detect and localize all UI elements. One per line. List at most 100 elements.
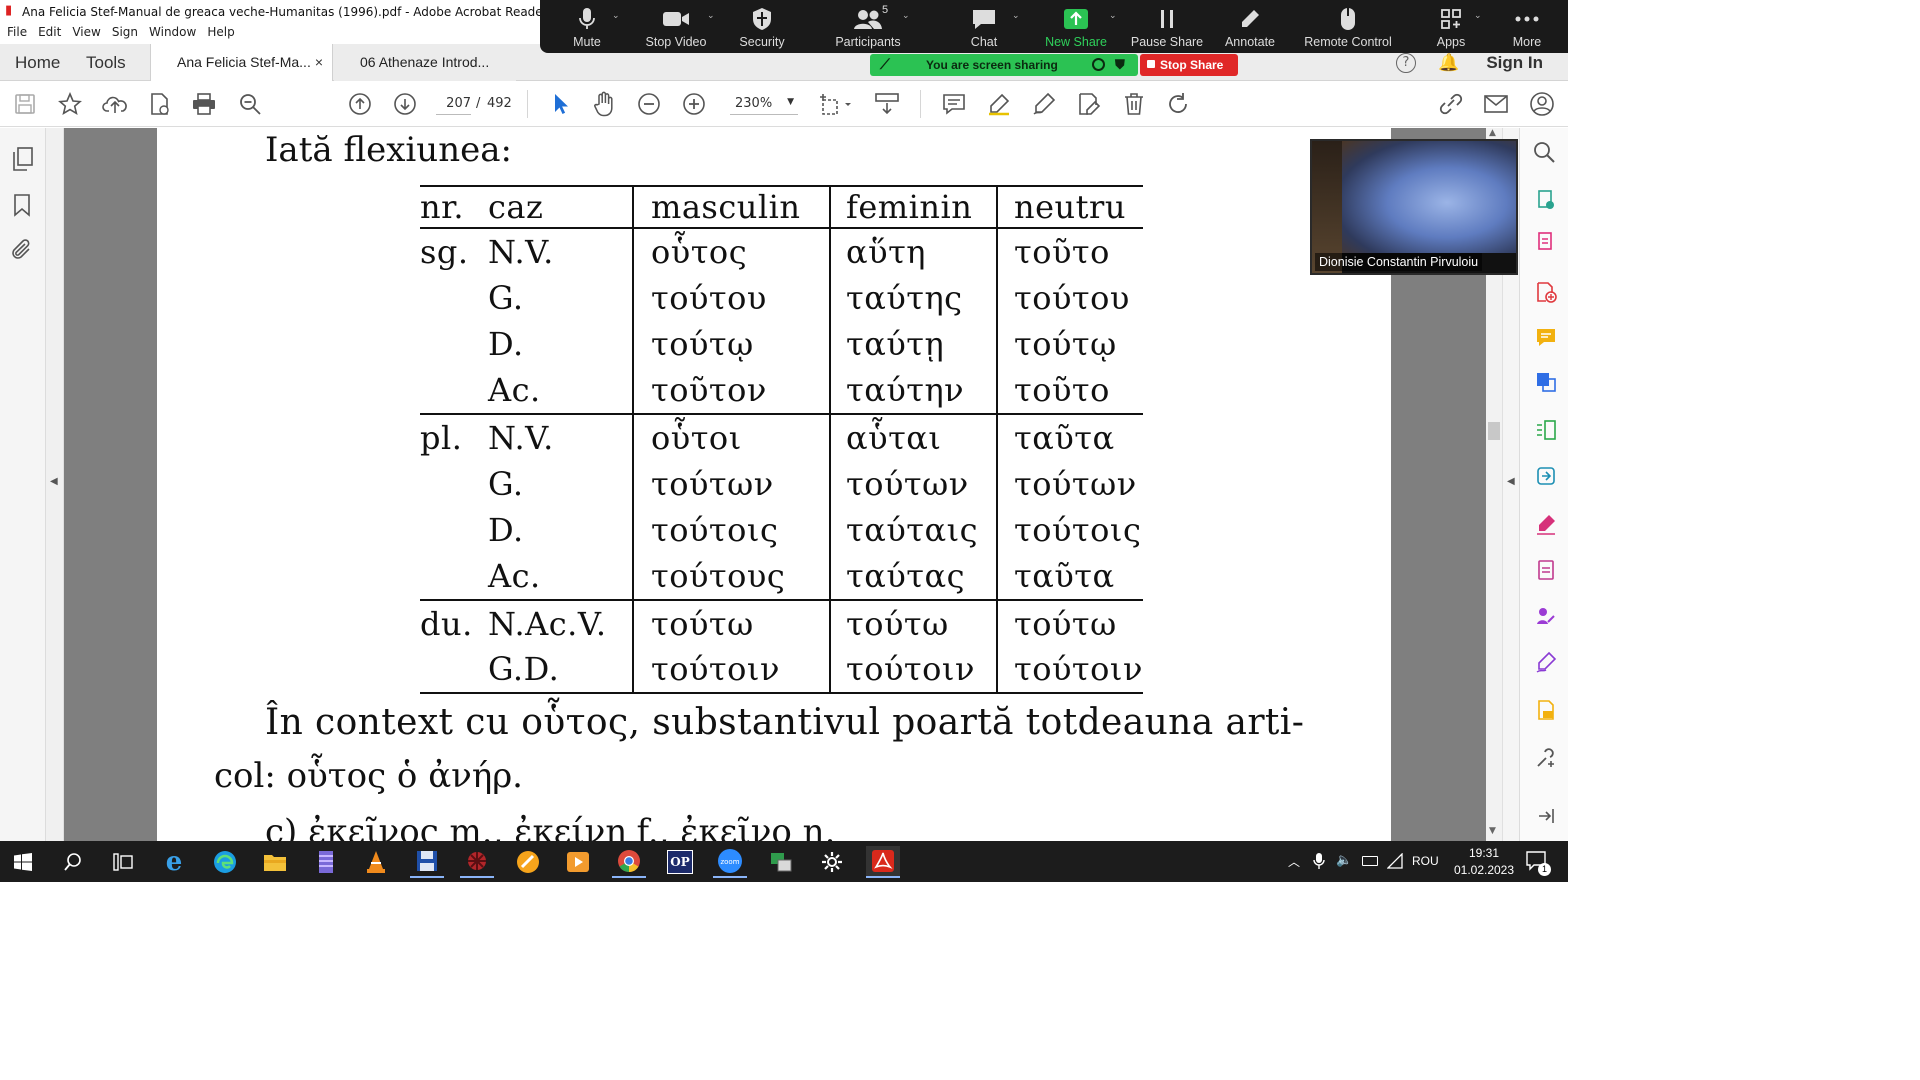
zoom-new-share-button[interactable]: New Share ⌄ (1037, 0, 1117, 53)
organize-pages-icon[interactable] (1534, 418, 1558, 442)
zoom-chat-button[interactable]: Chat ⌄ (950, 0, 1020, 53)
edge-icon[interactable] (208, 846, 242, 878)
chevron-down-icon[interactable]: ⌄ (902, 10, 910, 21)
export-pdf-icon[interactable] (1534, 188, 1558, 212)
bookmark-icon[interactable] (12, 193, 32, 221)
star-icon[interactable] (56, 90, 84, 118)
participant-video[interactable]: Dionisie Constantin Pirvuloiu (1310, 139, 1518, 275)
collapse-pane-icon[interactable] (1534, 804, 1558, 828)
email-icon[interactable] (1482, 90, 1510, 118)
zoom-level-select[interactable]: 230% ▼ (730, 93, 798, 115)
chevron-down-icon[interactable]: ⌄ (1474, 10, 1482, 21)
file-explorer-icon[interactable] (258, 846, 292, 878)
zoom-stop-video-button[interactable]: Stop Video ⌄ (639, 0, 715, 53)
comment-tool-icon[interactable] (1534, 326, 1558, 350)
volume-icon[interactable]: 🔈 (1336, 853, 1352, 868)
stamp-icon[interactable] (1534, 698, 1558, 722)
menu-edit[interactable]: Edit (38, 25, 61, 43)
scrollbar-thumb[interactable] (1488, 422, 1500, 440)
menu-window[interactable]: Window (149, 25, 196, 43)
zoom-apps-button[interactable]: Apps ⌄ (1422, 0, 1482, 53)
menu-help[interactable]: Help (207, 25, 234, 43)
op-app-icon[interactable]: OP (663, 846, 697, 878)
settings-icon[interactable] (815, 846, 849, 878)
more-tools-icon[interactable] (1534, 746, 1558, 770)
save-app-icon[interactable] (410, 846, 444, 878)
language-indicator[interactable]: ROU (1412, 854, 1439, 868)
account-icon[interactable] (1528, 90, 1556, 118)
previous-page-icon[interactable] (346, 90, 374, 118)
print-icon[interactable] (190, 90, 218, 118)
zoom-out-icon[interactable] (635, 90, 663, 118)
draw-sign-icon[interactable] (1030, 90, 1058, 118)
zoom-pause-share-button[interactable]: Pause Share (1128, 0, 1206, 53)
game-app-icon[interactable] (460, 846, 494, 878)
menu-view[interactable]: View (72, 25, 100, 43)
clock[interactable]: 19:31 01.02.2023 (1444, 845, 1524, 879)
page-fit-icon[interactable] (816, 90, 854, 118)
chevron-up-icon[interactable]: ︿ (1288, 853, 1300, 870)
document-viewer[interactable]: Iată flexiunea: nr. caz masculin feminin… (64, 128, 1486, 841)
chevron-down-icon[interactable]: ⌄ (707, 10, 715, 21)
hand-tool-icon[interactable] (590, 90, 618, 118)
zoom-security-button[interactable]: Security (727, 0, 797, 53)
tab-tools[interactable]: Tools (86, 53, 126, 73)
zoom-more-button[interactable]: More (1500, 0, 1554, 53)
vlc-icon[interactable] (359, 846, 393, 878)
winrar-icon[interactable] (309, 846, 343, 878)
screen-sharing-banner[interactable]: ⟋ You are screen sharing ⛊ (870, 54, 1138, 76)
compress-pdf-icon[interactable] (1534, 464, 1558, 488)
zoom-icon[interactable]: zoom (713, 846, 747, 878)
delete-icon[interactable] (1120, 90, 1148, 118)
form-icon[interactable] (1534, 558, 1558, 582)
document-settings-icon[interactable] (146, 90, 174, 118)
cloud-upload-icon[interactable] (101, 90, 129, 118)
zoom-participants-button[interactable]: Participants 5 ⌄ (828, 0, 910, 53)
microphone-tray-icon[interactable] (1313, 852, 1325, 874)
stop-share-button[interactable]: Stop Share (1140, 54, 1238, 76)
sign-in-button[interactable]: Sign In (1486, 53, 1543, 73)
zoom-annotate-button[interactable]: Annotate (1216, 0, 1284, 53)
page-thumbnails-icon[interactable] (11, 146, 35, 176)
save-icon[interactable] (11, 90, 39, 118)
attachment-icon[interactable] (10, 238, 34, 266)
combine-files-icon[interactable] (1534, 370, 1558, 394)
acrobat-icon[interactable] (866, 846, 900, 878)
share-link-icon[interactable] (1437, 90, 1465, 118)
add-pdf-icon[interactable] (1534, 280, 1558, 304)
create-pdf-icon[interactable] (1534, 230, 1558, 254)
close-tab-icon[interactable]: × (315, 54, 323, 70)
zoom-in-icon[interactable] (680, 90, 708, 118)
menu-file[interactable]: File (7, 25, 27, 43)
sign-pen-icon[interactable] (1534, 650, 1558, 674)
scroll-mode-icon[interactable] (872, 90, 902, 118)
remote-app-icon[interactable] (764, 846, 798, 878)
chevron-down-icon[interactable]: ⌄ (1012, 10, 1020, 21)
help-icon[interactable]: ? (1396, 53, 1416, 73)
search-icon[interactable] (56, 846, 90, 878)
comment-icon[interactable] (940, 90, 968, 118)
edit-pdf-icon[interactable] (1075, 90, 1103, 118)
task-view-icon[interactable] (106, 846, 140, 878)
wifi-icon[interactable] (1386, 852, 1403, 873)
battery-icon[interactable] (1362, 856, 1378, 866)
internet-explorer-icon[interactable]: e (157, 846, 191, 878)
start-icon[interactable] (6, 846, 40, 878)
rotate-icon[interactable] (1164, 90, 1192, 118)
chevron-down-icon[interactable]: ⌄ (1109, 10, 1117, 21)
menu-sign[interactable]: Sign (112, 25, 138, 43)
zoom-search-icon[interactable] (236, 90, 264, 118)
search-icon[interactable] (1532, 140, 1558, 170)
tab-home[interactable]: Home (15, 53, 60, 73)
fill-sign-icon[interactable] (1534, 512, 1558, 536)
request-signature-icon[interactable] (1534, 604, 1558, 628)
zoom-mute-button[interactable]: Mute ⌄ (556, 0, 620, 53)
scroll-down-icon[interactable]: ▼ (1489, 826, 1496, 836)
next-page-icon[interactable] (391, 90, 419, 118)
chrome-icon[interactable] (612, 846, 646, 878)
left-pane-toggle[interactable]: ◀ (46, 128, 64, 841)
highlight-pen-icon[interactable] (985, 90, 1013, 118)
select-cursor-icon[interactable] (546, 90, 574, 118)
zoom-remote-control-button[interactable]: Remote Control (1295, 0, 1401, 53)
scroll-up-icon[interactable]: ▲ (1489, 128, 1496, 138)
